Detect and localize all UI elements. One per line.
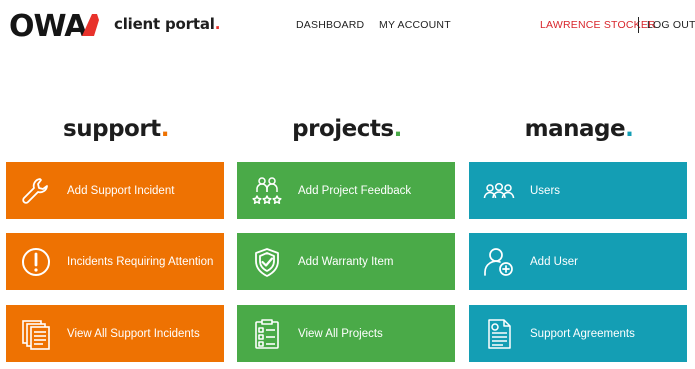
nav-dashboard[interactable]: DASHBOARD <box>296 19 364 31</box>
tile-label: Add Project Feedback <box>298 184 412 197</box>
add-user-icon <box>483 246 515 278</box>
manage-heading: manage. <box>469 116 689 142</box>
manage-heading-dot: . <box>625 116 634 142</box>
add-warranty-item-tile[interactable]: Add Warranty Item <box>237 233 455 290</box>
add-support-incident-tile[interactable]: Add Support Incident <box>6 162 224 219</box>
logo-text: OWA <box>9 10 88 40</box>
add-user-tile[interactable]: Add User <box>469 233 687 290</box>
view-all-projects-tile[interactable]: View All Projects <box>237 305 455 362</box>
tile-label: View All Support Incidents <box>67 327 200 340</box>
tile-label: Users <box>530 184 561 197</box>
nav-my-account[interactable]: MY ACCOUNT <box>379 19 451 31</box>
projects-heading: projects. <box>237 116 457 142</box>
logout-link[interactable]: LOG OUT <box>647 19 695 31</box>
incidents-requiring-attention-tile[interactable]: Incidents Requiring Attention <box>6 233 224 290</box>
tile-label: View All Projects <box>298 327 383 340</box>
nav-divider <box>638 17 639 33</box>
view-all-support-incidents-tile[interactable]: View All Support Incidents <box>6 305 224 362</box>
owa-logo[interactable]: OWA <box>9 10 109 40</box>
tile-label: Support Agreements <box>530 327 635 340</box>
add-project-feedback-tile[interactable]: Add Project Feedback <box>237 162 455 219</box>
portal-label: client portal <box>114 15 215 33</box>
projects-heading-text: projects <box>292 116 394 142</box>
tile-label: Add Support Incident <box>67 184 175 197</box>
tile-label: Add Warranty Item <box>298 255 394 268</box>
portal-title: client portal. <box>114 15 220 33</box>
manage-heading-text: manage <box>524 116 626 142</box>
support-heading-dot: . <box>160 116 170 142</box>
agreement-icon <box>483 318 515 350</box>
checklist-icon <box>251 318 283 350</box>
support-heading: support. <box>6 116 226 142</box>
portal-dot: . <box>214 15 221 33</box>
feedback-stars-icon <box>251 175 283 207</box>
projects-heading-dot: . <box>393 116 403 142</box>
tile-label: Incidents Requiring Attention <box>67 255 214 268</box>
documents-icon <box>20 318 52 350</box>
tile-label: Add User <box>530 255 578 268</box>
shield-check-icon <box>251 246 283 278</box>
support-agreements-tile[interactable]: Support Agreements <box>469 305 687 362</box>
alert-icon <box>20 246 52 278</box>
users-icon <box>483 175 515 207</box>
support-heading-text: support <box>63 116 161 142</box>
users-tile[interactable]: Users <box>469 162 687 219</box>
header: OWA client portal. DASHBOARD MY ACCOUNT … <box>0 0 695 52</box>
wrench-icon <box>20 175 52 207</box>
